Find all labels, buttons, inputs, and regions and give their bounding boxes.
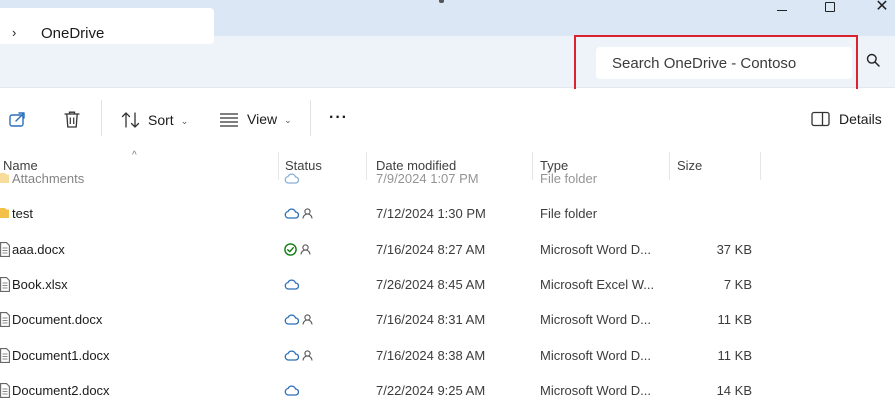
file-name[interactable]: Document1.docx bbox=[12, 348, 110, 363]
table-row[interactable]: test 7/12/2024 1:30 PM File folder bbox=[0, 196, 895, 231]
delete-button[interactable] bbox=[63, 110, 81, 129]
view-icon bbox=[220, 113, 238, 127]
file-name[interactable]: Attachments bbox=[12, 171, 84, 186]
file-date-modified: 7/26/2024 8:45 AM bbox=[376, 276, 486, 292]
sync-status bbox=[284, 242, 311, 259]
shared-person-icon bbox=[300, 243, 311, 258]
document-icon bbox=[0, 312, 10, 330]
document-icon bbox=[0, 382, 10, 401]
file-date-modified: 7/16/2024 8:38 AM bbox=[376, 347, 486, 363]
breadcrumb-location[interactable]: OneDrive bbox=[41, 25, 104, 42]
file-type: Microsoft Excel W... bbox=[540, 276, 655, 292]
file-date-modified: 7/22/2024 9:25 AM bbox=[376, 382, 486, 398]
search-button[interactable] bbox=[866, 53, 884, 71]
file-type: Microsoft Word D... bbox=[540, 382, 652, 398]
view-button[interactable]: View ⌄ bbox=[219, 111, 292, 127]
file-date-modified: 7/16/2024 8:31 AM bbox=[376, 312, 486, 328]
more-options-button[interactable]: ··· bbox=[329, 109, 348, 127]
file-name[interactable]: Document2.docx bbox=[12, 383, 110, 398]
details-pane-icon bbox=[811, 111, 830, 127]
table-row[interactable]: Attachments 7/9/2024 1:07 PM File folder bbox=[0, 161, 895, 196]
details-pane-button[interactable]: Details bbox=[811, 111, 882, 127]
minimize-icon bbox=[777, 9, 787, 11]
close-icon: ✕ bbox=[875, 0, 889, 15]
more-icon: ··· bbox=[329, 109, 348, 126]
document-icon bbox=[0, 347, 10, 366]
shared-person-icon bbox=[302, 207, 313, 222]
sort-button[interactable]: Sort ⌄ bbox=[121, 111, 188, 129]
chevron-down-icon: ⌄ bbox=[284, 114, 292, 125]
cloud-icon bbox=[284, 313, 300, 328]
cloud-icon bbox=[284, 207, 300, 222]
share-button[interactable] bbox=[8, 110, 28, 128]
file-size: 7 KB bbox=[723, 276, 752, 292]
sync-status bbox=[284, 384, 300, 399]
sort-ascending-icon: ^ bbox=[132, 150, 137, 161]
file-date-modified: 7/12/2024 1:30 PM bbox=[376, 206, 486, 222]
file-size: 37 KB bbox=[716, 241, 752, 257]
file-size: 11 KB bbox=[717, 347, 752, 363]
file-date-modified: 7/16/2024 8:27 AM bbox=[376, 241, 486, 257]
sync-status bbox=[284, 278, 300, 293]
document-icon bbox=[0, 241, 10, 260]
sync-status bbox=[284, 207, 313, 222]
file-name[interactable]: aaa.docx bbox=[12, 242, 65, 257]
cloud-icon bbox=[284, 172, 300, 187]
breadcrumb-chevron-icon[interactable]: › bbox=[12, 25, 16, 40]
search-highlight-box bbox=[574, 35, 858, 91]
file-type: File folder bbox=[540, 171, 598, 186]
file-type: Microsoft Word D... bbox=[540, 241, 652, 257]
file-type: File folder bbox=[540, 206, 598, 222]
file-name[interactable]: test bbox=[12, 206, 33, 221]
sync-status bbox=[284, 313, 313, 328]
toolbar-divider bbox=[101, 100, 102, 136]
details-label: Details bbox=[839, 111, 882, 127]
close-button[interactable]: ✕ bbox=[874, 0, 890, 15]
file-date-modified: 7/9/2024 1:07 PM bbox=[376, 171, 479, 186]
table-row[interactable]: Document2.docx 7/22/2024 9:25 AM Microsoft… bbox=[0, 373, 895, 408]
title-indicator bbox=[439, 0, 444, 3]
sort-label: Sort bbox=[148, 112, 174, 128]
cloud-icon bbox=[284, 384, 300, 399]
file-type: Microsoft Word D... bbox=[540, 347, 652, 363]
table-row[interactable]: aaa.docx 7/16/2024 8:27 AM Microsoft Word … bbox=[0, 232, 895, 267]
chevron-down-icon: ⌄ bbox=[180, 115, 189, 126]
folder-icon bbox=[0, 206, 9, 223]
trash-icon bbox=[64, 111, 80, 128]
file-name[interactable]: Document.docx bbox=[12, 312, 102, 327]
table-row[interactable]: Document.docx 7/16/2024 8:31 AM Microsoft … bbox=[0, 302, 895, 337]
sync-status bbox=[284, 172, 300, 187]
view-label: View bbox=[247, 111, 278, 127]
file-size: 14 KB bbox=[716, 382, 752, 398]
sync-status bbox=[284, 349, 313, 364]
search-icon bbox=[866, 53, 880, 67]
toolbar-divider bbox=[310, 100, 311, 136]
folder-icon bbox=[0, 171, 9, 188]
share-icon bbox=[9, 112, 25, 127]
maximize-icon bbox=[825, 2, 835, 12]
maximize-button[interactable] bbox=[824, 0, 836, 14]
table-row[interactable]: Document1.docx 7/16/2024 8:38 AM Microsoft… bbox=[0, 338, 895, 373]
address-bar[interactable]: › OneDrive bbox=[0, 8, 214, 44]
shared-person-icon bbox=[302, 313, 313, 328]
document-icon bbox=[0, 276, 10, 295]
file-type: Microsoft Word D... bbox=[540, 312, 652, 328]
cloud-icon bbox=[284, 278, 300, 293]
minimize-button[interactable] bbox=[776, 0, 788, 14]
sort-icon bbox=[121, 112, 140, 128]
table-row[interactable]: Book.xlsx 7/26/2024 8:45 AM Microsoft Exce… bbox=[0, 267, 895, 302]
synced-check-icon bbox=[284, 242, 297, 259]
shared-person-icon bbox=[302, 349, 313, 364]
file-name[interactable]: Book.xlsx bbox=[12, 277, 68, 292]
cloud-icon bbox=[284, 349, 300, 364]
file-size: 11 KB bbox=[717, 312, 752, 328]
